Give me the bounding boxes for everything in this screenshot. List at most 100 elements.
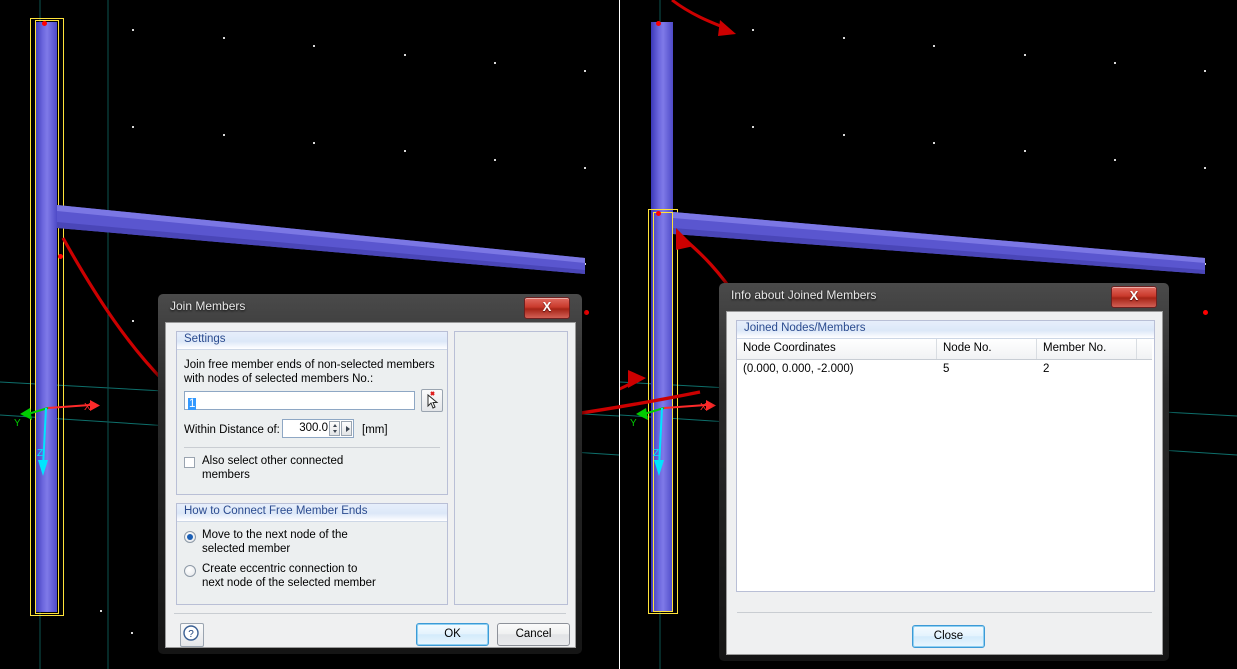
cell-node-no: 5 [943, 363, 950, 375]
column-header-member-no: Member No. [1037, 339, 1137, 359]
grid-dot [933, 45, 935, 47]
axis-label-z: Z [37, 448, 44, 459]
ok-button-label: OK [444, 628, 461, 640]
grid-dot [843, 134, 845, 136]
radio-eccentric-label-line2: next node of the selected member [202, 577, 376, 589]
radio-move-to-next-node[interactable] [184, 531, 196, 543]
pick-cursor-icon[interactable] [421, 389, 443, 412]
grid-dot [494, 255, 496, 257]
close-glyph: X [542, 299, 552, 314]
grid-dot [933, 142, 935, 144]
cell-blank [1137, 360, 1152, 380]
grid-dot [404, 247, 406, 249]
settings-group-body: Join free member ends of non-selected me… [177, 350, 447, 494]
grid-dot [223, 37, 225, 39]
distance-unit: [mm] [362, 424, 388, 436]
also-select-label-line1: Also select other connected [202, 455, 344, 467]
grid-dot [584, 263, 586, 265]
distance-spinner-updown[interactable] [329, 421, 340, 436]
grid-dot [404, 54, 406, 56]
grid-dot [131, 632, 133, 634]
join-members-dialog[interactable]: Join Members X Settings Join free member… [158, 294, 582, 654]
grid-dot [223, 134, 225, 136]
grid-dot [1114, 255, 1116, 257]
grid-dot [1114, 159, 1116, 161]
grid-dot [1024, 54, 1026, 56]
joined-nodes-table[interactable]: Node Coordinates Node No. Member No. (0.… [737, 339, 1152, 589]
grid-dot [843, 37, 845, 39]
ok-button[interactable]: OK [416, 623, 489, 646]
axis-label-x: X [84, 402, 91, 413]
joined-nodes-group-header: Joined Nodes/Members [737, 321, 1154, 339]
connect-group: How to Connect Free Member Ends Move to … [176, 503, 448, 605]
axis-label-z: Z [653, 448, 660, 459]
radio-create-eccentric[interactable] [184, 565, 196, 577]
table-row[interactable]: (0.000, 0.000, -2.000) 5 2 [737, 360, 1152, 380]
grid-dot [494, 159, 496, 161]
cancel-button-label: Cancel [515, 628, 552, 640]
node-marker [656, 21, 661, 26]
also-select-checkbox[interactable] [184, 457, 195, 468]
info-footer-divider [737, 612, 1152, 613]
svg-text:?: ? [188, 629, 194, 640]
close-button-label: Close [933, 630, 964, 642]
column-header-node-coordinates: Node Coordinates [737, 339, 937, 359]
close-glyph: X [1129, 288, 1139, 303]
join-dialog-title: Join Members [170, 299, 246, 313]
node-marker [656, 211, 661, 216]
info-dialog-client: Joined Nodes/Members Node Coordinates No… [726, 311, 1163, 655]
grid-dot [132, 126, 134, 128]
info-dialog-title: Info about Joined Members [731, 288, 877, 302]
also-select-label-line2: members [202, 469, 250, 481]
radio-move-label-line2: selected member [202, 543, 291, 555]
info-dialog-titlebar[interactable]: Info about Joined Members X [719, 283, 1169, 311]
close-icon[interactable]: X [1111, 286, 1157, 308]
members-input-value-wrap: 1 [188, 394, 197, 412]
grid-dot [132, 223, 134, 225]
help-question-icon[interactable]: ? [180, 623, 204, 647]
settings-group-header: Settings [177, 332, 447, 350]
column-selection-highlight-inner [35, 20, 59, 614]
grid-dot [1204, 167, 1206, 169]
pick-cursor-glyph [427, 391, 439, 409]
members-input-value: 1 [188, 398, 197, 410]
grid-dot [584, 70, 586, 72]
info-joined-members-dialog[interactable]: Info about Joined Members X Joined Nodes… [719, 283, 1169, 661]
connect-group-body: Move to the next node of the selected me… [177, 522, 447, 604]
grid-dot [1024, 150, 1026, 152]
grid-dot [100, 610, 102, 612]
close-button[interactable]: Close [912, 625, 985, 648]
axis-label-y: Y [14, 418, 21, 429]
join-dialog-client: Settings Join free member ends of non-se… [165, 322, 576, 648]
axis-label-x: X [700, 402, 707, 413]
grid-dot [1114, 62, 1116, 64]
distance-value: 300.0 [299, 422, 328, 434]
cell-node-coordinates: (0.000, 0.000, -2.000) [743, 363, 854, 375]
table-header-row: Node Coordinates Node No. Member No. [737, 339, 1152, 360]
settings-group: Settings Join free member ends of non-se… [176, 331, 448, 495]
joint-selection-highlight-inner [653, 212, 673, 612]
node-marker [584, 310, 589, 315]
joined-nodes-group-label: Joined Nodes/Members [744, 322, 866, 334]
grid-dot [494, 62, 496, 64]
column-header-blank [1137, 339, 1152, 359]
members-input[interactable]: 1 [184, 391, 415, 410]
settings-group-label: Settings [184, 333, 226, 345]
distance-input[interactable]: 300.0 [282, 419, 354, 438]
join-dialog-titlebar[interactable]: Join Members X [158, 294, 582, 322]
grid-dot [752, 29, 754, 31]
connect-group-label: How to Connect Free Member Ends [184, 505, 368, 517]
column-header-node-no: Node No. [937, 339, 1037, 359]
footer-divider [174, 613, 566, 614]
settings-description-line1: Join free member ends of non-selected me… [184, 359, 435, 371]
preview-panel [454, 331, 568, 605]
cancel-button[interactable]: Cancel [497, 623, 570, 646]
settings-divider [184, 447, 440, 448]
distance-spinner-next[interactable] [341, 421, 352, 436]
distance-label: Within Distance of: [184, 424, 280, 436]
node-marker [42, 21, 47, 26]
joined-nodes-group: Joined Nodes/Members Node Coordinates No… [736, 320, 1155, 592]
grid-dot [313, 45, 315, 47]
close-icon[interactable]: X [524, 297, 570, 319]
node-marker [58, 254, 63, 259]
